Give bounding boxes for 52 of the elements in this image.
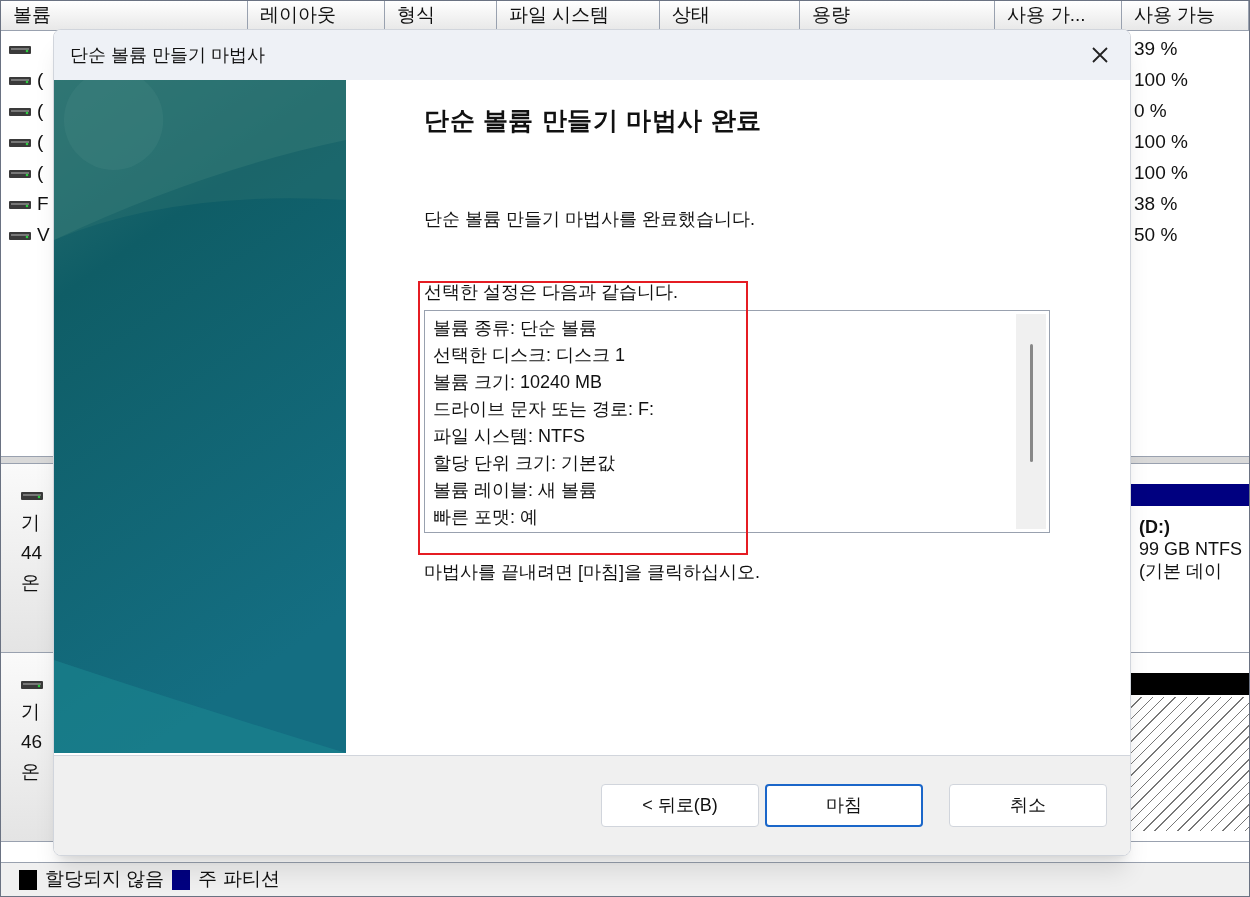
drive-icon: [9, 200, 31, 209]
setting-line: 선택한 디스크: 디스크 1: [433, 343, 625, 367]
volume-name: F: [37, 192, 49, 217]
table-cell-text: 100 %: [1134, 68, 1188, 93]
volume-name: (: [37, 99, 44, 124]
settings-label: 선택한 설정은 다음과 같습니다.: [424, 280, 679, 304]
volume-name: (: [37, 68, 44, 93]
disk-info-text: 44: [21, 541, 43, 565]
setting-line: 빠른 포맷: 예: [433, 505, 538, 529]
wizard-button[interactable]: < 뒤로(B): [601, 784, 759, 827]
legend-label: 할당되지 않음: [45, 867, 165, 892]
partition-label: (D:): [1139, 516, 1171, 538]
table-cell-text: 100 %: [1134, 161, 1188, 186]
disk-info-text: 기: [21, 511, 40, 535]
window-title: 단순 볼륨 만들기 마법사: [70, 43, 265, 67]
setting-line: 할당 단위 크기: 기본값: [433, 451, 615, 475]
table-cell-text: 0 %: [1134, 99, 1167, 124]
wizard-description: 단순 볼륨 만들기 마법사를 완료했습니다.: [424, 207, 756, 231]
partition-label: 99 GB NTFS: [1139, 538, 1244, 560]
setting-line: 볼륨 크기: 10240 MB: [433, 370, 603, 394]
setting-line: 드라이브 문자 또는 경로: F:: [433, 397, 654, 421]
table-cell-text: 100 %: [1134, 130, 1188, 155]
drive-icon: [9, 76, 31, 85]
volume-name: V: [37, 223, 50, 248]
closing-instruction: 마법사를 끝내려면 [마침]을 클릭하십시오.: [424, 560, 761, 584]
drive-icon: [21, 681, 43, 689]
partition-label: (기본 데이: [1139, 560, 1223, 582]
wizard-button[interactable]: 마침: [765, 784, 923, 827]
table-cell-text: 50 %: [1134, 223, 1178, 248]
legend-label: 주 파티션: [198, 867, 280, 892]
setting-line: 볼륨 종류: 단순 볼륨: [433, 316, 597, 340]
drive-icon: [9, 138, 31, 147]
drive-icon: [9, 107, 31, 116]
drive-icon: [9, 45, 31, 54]
setting-line: 파일 시스템: NTFS: [433, 424, 585, 448]
wizard-heading: 단순 볼륨 만들기 마법사 완료: [424, 105, 763, 136]
disk-info-text: 온: [21, 760, 40, 784]
drive-icon: [9, 231, 31, 240]
volume-name: (: [37, 161, 44, 186]
disk-info-text: 기: [21, 700, 40, 724]
table-cell-text: 38 %: [1134, 192, 1178, 217]
disk-info-text: 온: [21, 571, 40, 595]
volume-name: (: [37, 130, 44, 155]
scrollbar[interactable]: [1016, 313, 1046, 529]
disk-info-text: 46: [21, 730, 43, 754]
wizard-button[interactable]: 취소: [949, 784, 1107, 827]
close-icon: [1090, 45, 1110, 65]
setting-line: 볼륨 레이블: 새 볼륨: [433, 478, 597, 502]
drive-icon: [9, 169, 31, 178]
table-cell-text: 39 %: [1134, 37, 1178, 62]
drive-icon: [21, 492, 43, 500]
unallocated-area[interactable]: [1131, 697, 1249, 831]
